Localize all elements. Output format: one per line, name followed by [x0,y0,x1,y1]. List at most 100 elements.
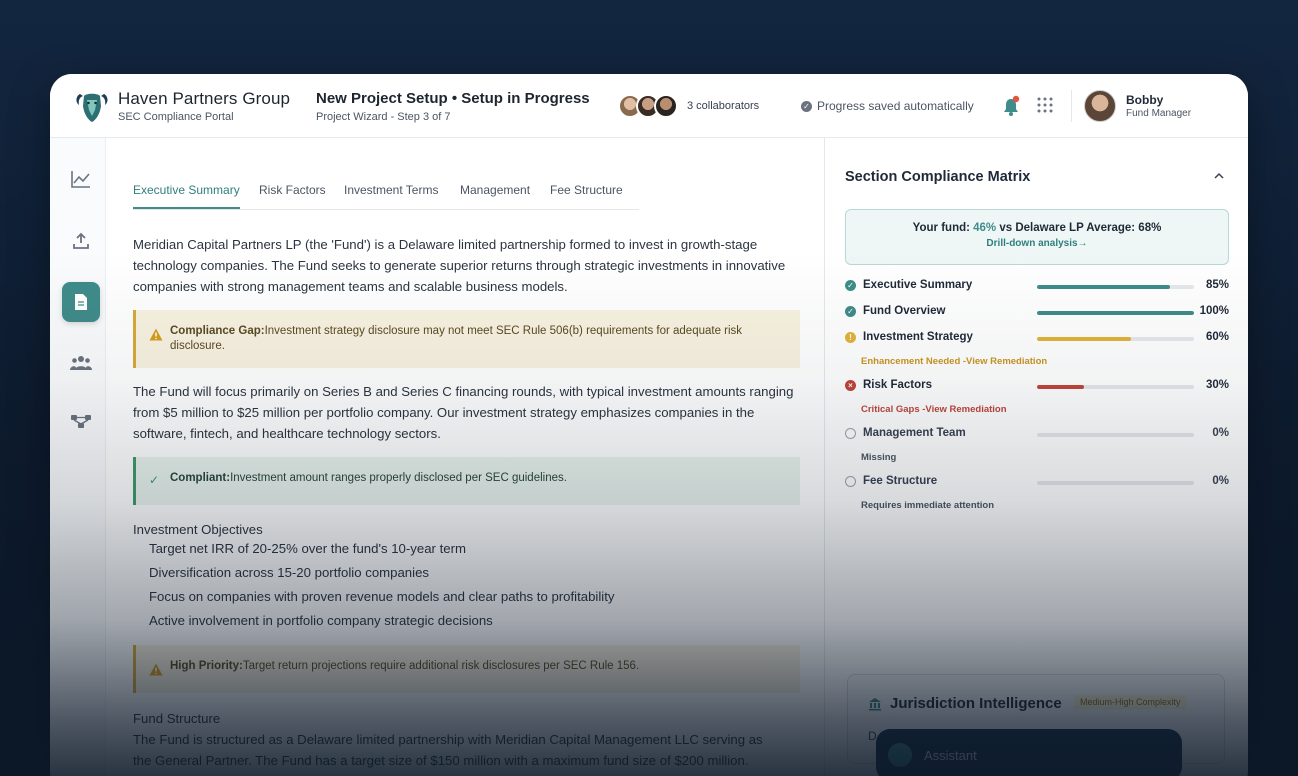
section-name: Executive Summary [863,279,973,291]
progress-fill [1037,385,1085,389]
matrix-row-executive-summary[interactable]: ✓ Executive Summary 85% [845,277,1229,295]
user-avatar[interactable] [1084,90,1116,122]
progress-fill [1037,285,1171,289]
sidebar-item-analytics[interactable] [62,160,100,198]
remediation-link[interactable]: Critical Gaps -View Remediation [861,404,1007,415]
notification-bell-icon[interactable] [1002,95,1020,117]
app-window: Haven Partners Group SEC Compliance Port… [50,74,1248,776]
x-circle-icon: × [845,380,856,391]
matrix-row-risk-factors[interactable]: × Risk Factors 30% [845,377,1229,395]
bank-icon [869,698,881,711]
assistant-button[interactable]: Assistant [876,729,1182,776]
high-priority-callout: High Priority:Target return projections … [133,645,800,693]
progress-fill [1037,311,1194,315]
save-status-text: Progress saved automatically [817,99,974,113]
objective-item: Target net IRR of 20-25% over the fund's… [149,541,466,556]
check-circle-icon: ✓ [845,306,856,317]
objective-item: Active involvement in portfolio company … [149,613,493,628]
user-name[interactable]: Bobby [1126,93,1163,107]
compliant-text: Investment amount ranges properly disclo… [230,472,567,484]
org-subtitle: SEC Compliance Portal [118,111,234,123]
bench-prefix: Your fund: [912,222,974,234]
tab-investment-terms[interactable]: Investment Terms [344,183,438,197]
section-name: Fee Structure [863,475,938,487]
bench-value: 46% [973,222,997,234]
intro-paragraph: Meridian Capital Partners LP (the 'Fund'… [133,237,786,294]
check-icon: ✓ [149,473,160,487]
sidebar-item-workflow[interactable] [62,402,100,440]
structure-line: The Fund is structured as a Delaware lim… [133,732,763,747]
project-title: New Project Setup • Setup in Progress [316,90,590,107]
save-status: ✓ Progress saved automatically [801,99,974,113]
drill-down-link[interactable]: Drill-down analysis→ [846,238,1228,249]
progress-track [1037,337,1194,341]
collaborators-count[interactable]: 3 collaborators [687,100,759,112]
bench-suffix: vs Delaware LP Average: 68% [996,222,1162,234]
section-tabs: Executive Summary Risk Factors Investmen… [133,174,639,210]
workflow-icon [71,415,91,428]
compliance-gap-message: Compliance Gap:Investment strategy discl… [170,324,780,354]
matrix-row-investment-strategy[interactable]: ! Investment Strategy 60% [845,329,1229,347]
section-percent: 60% [1205,331,1229,343]
matrix-row-management-team[interactable]: Management Team 0% [845,425,1229,443]
warning-icon [149,663,163,676]
check-circle-icon: ✓ [845,280,856,291]
alert-circle-icon: ! [845,332,856,343]
tab-executive-summary[interactable]: Executive Summary [133,183,240,197]
high-priority-message: High Priority:Target return projections … [170,659,780,674]
matrix-row-fee-structure[interactable]: Fee Structure 0% [845,473,1229,491]
header-divider [1071,90,1072,122]
progress-track [1037,285,1194,289]
complexity-badge: Medium-High Complexity [1074,695,1187,709]
avatar [654,94,678,118]
structure-line: the General Partner. The Fund has a targ… [133,753,749,768]
compliance-matrix-title: Section Compliance Matrix [845,169,1031,185]
empty-circle-icon [845,428,856,439]
high-priority-label: High Priority: [170,660,243,672]
tab-fee-structure[interactable]: Fee Structure [550,183,623,197]
org-name: Haven Partners Group [118,89,291,108]
objective-item: Focus on companies with proven revenue m… [149,589,615,604]
matrix-row-fund-overview[interactable]: ✓ Fund Overview 100% [845,303,1229,321]
tab-risk-factors[interactable]: Risk Factors [259,183,326,197]
tab-management[interactable]: Management [460,183,530,197]
section-percent: 85% [1205,279,1229,291]
sidebar-item-upload[interactable] [62,222,100,260]
empty-circle-icon [845,476,856,487]
check-circle-icon: ✓ [801,100,812,112]
objective-item: Diversification across 15-20 portfolio c… [149,565,429,580]
ram-logo-icon [76,93,108,122]
upload-icon [73,232,89,249]
compliance-gap-callout: Compliance Gap:Investment strategy discl… [133,310,800,368]
progress-fill [1037,337,1132,341]
active-tab-indicator [133,207,240,209]
section-name: Fund Overview [863,305,946,317]
users-icon [70,356,92,370]
section-status-note: Requires immediate attention [861,500,995,511]
assistant-label: Assistant [924,748,977,763]
apps-grid-icon[interactable] [1037,97,1053,113]
panel-divider [824,138,825,776]
chevron-up-icon[interactable] [1213,170,1225,182]
document-icon [75,294,87,310]
top-header: Haven Partners Group SEC Compliance Port… [50,74,1248,138]
progress-track [1037,311,1194,315]
jurisdiction-title: Jurisdiction Intelligence [890,695,1062,712]
progress-track [1037,385,1194,389]
sidebar-item-team[interactable] [62,344,100,382]
project-subtitle: Project Wizard - Step 3 of 7 [316,111,451,123]
editor-focus[interactable]: The Fund will focus primarily on Series … [133,381,803,444]
compliant-callout: ✓ Compliant:Investment amount ranges pro… [133,457,800,505]
warning-icon [149,328,163,341]
section-percent: 0% [1212,475,1229,487]
objectives-heading: Investment Objectives [133,522,263,537]
section-percent: 100% [1199,305,1229,317]
compliant-label: Compliant: [170,472,231,484]
collaborator-avatars[interactable] [618,94,682,118]
assistant-avatar [888,743,912,767]
sidebar-item-documents[interactable] [62,282,100,322]
editor-intro[interactable]: Meridian Capital Partners LP (the 'Fund'… [133,234,803,297]
section-status-note: Missing [861,452,897,463]
remediation-link[interactable]: Enhancement Needed -View Remediation [861,356,1047,367]
sidebar [50,138,106,776]
